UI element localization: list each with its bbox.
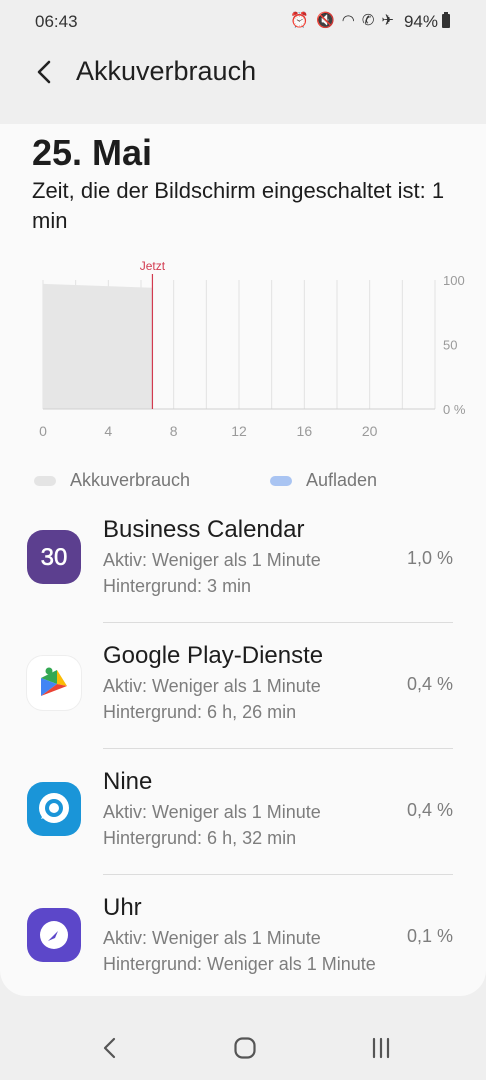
nav-recents-button[interactable]	[361, 1034, 401, 1062]
nav-back-button[interactable]	[90, 1034, 130, 1062]
app-bar: Akkuverbrauch	[0, 42, 486, 106]
recents-icon	[372, 1037, 390, 1059]
battery-percent: 94%	[403, 12, 438, 31]
app-row-google-play-services[interactable]: Google Play-Dienste Aktiv: Weniger als 1…	[0, 642, 486, 768]
screen-on-time: Zeit, die der Bildschirm eingeschaltet i…	[32, 178, 445, 233]
y-tick-label: 0 %	[443, 402, 466, 417]
navigation-bar	[0, 1016, 486, 1080]
app-background-time: Hintergrund: Weniger als 1 Minute	[103, 954, 376, 974]
nav-home-button[interactable]	[225, 1034, 265, 1062]
status-icons: ⏰ 🔇 ◠ ✆ ✈	[290, 11, 394, 29]
app-percent: 0,1 %	[406, 926, 453, 946]
puzzle-icon	[27, 656, 81, 710]
x-tick-label: 0	[39, 423, 47, 439]
app-name: Google Play-Dienste	[103, 642, 324, 669]
y-tick-label: 100	[443, 273, 465, 288]
app-name: Uhr	[103, 894, 142, 921]
x-tick-label: 12	[231, 423, 247, 439]
calendar-icon-text: 30	[41, 544, 68, 571]
legend-usage: Akkuverbrauch	[34, 470, 190, 491]
status-time: 06:43	[35, 12, 78, 31]
series-area	[43, 283, 153, 409]
alarm-icon: ⏰	[290, 12, 310, 29]
x-tick-label: 16	[297, 423, 313, 439]
app-background-time: Hintergrund: 6 h, 32 min	[103, 828, 297, 848]
app-active-time: Aktiv: Weniger als 1 Minute	[103, 550, 321, 570]
back-button[interactable]	[30, 56, 60, 88]
wifi-call-icon: ✆	[361, 12, 375, 29]
now-label: Jetzt	[140, 259, 166, 273]
app-percent: 0,4 %	[406, 800, 453, 820]
divider	[103, 748, 453, 749]
y-tick-label: 50	[443, 338, 457, 353]
legend-usage-swatch	[34, 475, 56, 486]
app-percent: 1,0 %	[406, 548, 453, 568]
wifi-icon: ◠	[341, 12, 355, 29]
app-background-time: Hintergrund: 3 min	[103, 576, 252, 596]
x-tick-label: 8	[170, 423, 178, 439]
divider	[103, 874, 453, 875]
status-bar: 06:43 ⏰ 🔇 ◠ ✆ ✈ 94%	[0, 0, 486, 42]
app-name: Nine	[103, 768, 153, 795]
app-percent: 0,4 %	[406, 674, 453, 694]
legend-charging-label: Aufladen	[306, 470, 378, 490]
legend-usage-label: Akkuverbrauch	[70, 470, 191, 490]
legend-charging-swatch	[270, 475, 292, 486]
app-row-clock[interactable]: Uhr Aktiv: Weniger als 1 Minute Hintergr…	[0, 894, 486, 1020]
page-title: Akkuverbrauch	[76, 56, 257, 86]
calendar-30-icon: 30	[27, 530, 81, 584]
app-background-time: Hintergrund: 6 h, 26 min	[103, 702, 297, 722]
app-row-business-calendar[interactable]: 30 Business Calendar Aktiv: Weniger als …	[0, 516, 486, 642]
usage-date: 25. Mai	[32, 132, 153, 173]
battery-chart: Jetzt 0 4 8 12 16 20 100 50 0 %	[39, 259, 466, 439]
chevron-left-icon	[37, 60, 51, 84]
app-row-nine[interactable]: Nine Aktiv: Weniger als 1 Minute Hinterg…	[0, 768, 486, 894]
battery-card: 25. Mai Zeit, die der Bildschirm eingesc…	[0, 124, 486, 996]
x-tick-label: 20	[362, 423, 378, 439]
mute-icon: 🔇	[316, 12, 335, 29]
app-active-time: Aktiv: Weniger als 1 Minute	[103, 676, 321, 696]
x-tick-label: 4	[104, 423, 112, 439]
app-active-time: Aktiv: Weniger als 1 Minute	[103, 802, 321, 822]
divider	[103, 622, 453, 623]
chat-bubble-icon	[27, 782, 81, 836]
back-arrow-icon	[103, 1037, 116, 1059]
app-name: Business Calendar	[103, 516, 305, 543]
app-active-time: Aktiv: Weniger als 1 Minute	[103, 928, 321, 948]
home-icon	[234, 1037, 256, 1059]
airplane-icon: ✈	[381, 12, 394, 29]
clock-icon	[27, 908, 81, 962]
legend-charging: Aufladen	[270, 470, 377, 491]
battery-icon	[442, 12, 450, 28]
